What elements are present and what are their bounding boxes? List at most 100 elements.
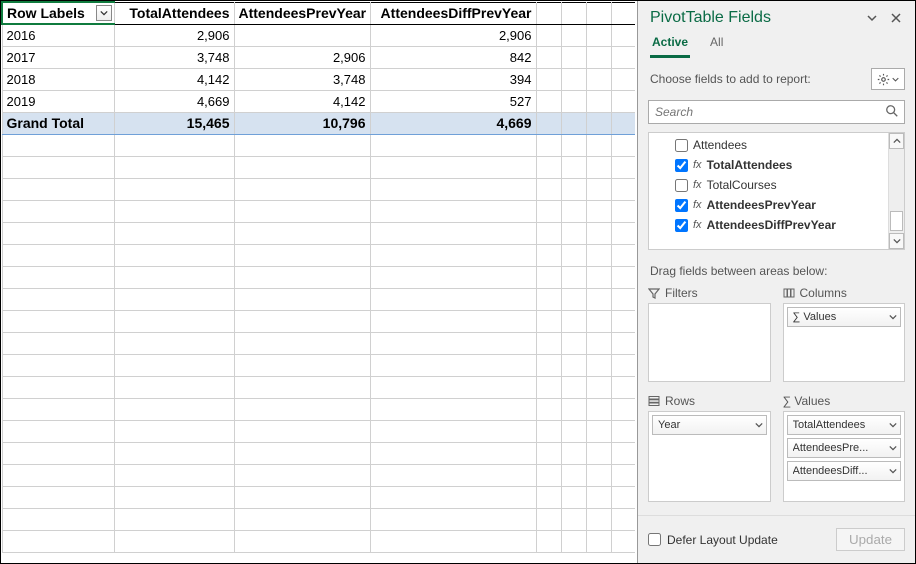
empty-cell[interactable] (536, 24, 561, 46)
row-labels-dropdown[interactable] (96, 5, 112, 21)
empty-cell[interactable] (586, 486, 611, 508)
empty-cell[interactable] (234, 332, 370, 354)
empty-cell[interactable] (370, 288, 536, 310)
empty-cell[interactable] (2, 244, 114, 266)
empty-cell[interactable] (561, 332, 586, 354)
empty-cell[interactable] (370, 134, 536, 156)
cell-total[interactable]: 2,906 (114, 24, 234, 46)
empty-cell[interactable] (611, 2, 635, 24)
area-chip[interactable]: ∑ Values (787, 307, 902, 327)
grand-total-prev[interactable]: 10,796 (234, 112, 370, 134)
empty-cell[interactable] (234, 134, 370, 156)
empty-cell[interactable] (536, 354, 561, 376)
empty-cell[interactable] (561, 178, 586, 200)
empty-cell[interactable] (561, 24, 586, 46)
empty-cell[interactable] (561, 244, 586, 266)
empty-cell[interactable] (114, 464, 234, 486)
empty-cell[interactable] (536, 222, 561, 244)
empty-cell[interactable] (586, 398, 611, 420)
empty-cell[interactable] (561, 398, 586, 420)
empty-cell[interactable] (2, 376, 114, 398)
tab-active[interactable]: Active (650, 31, 690, 58)
scrollbar-thumb[interactable] (890, 211, 903, 231)
empty-cell[interactable] (114, 266, 234, 288)
cell-prev[interactable]: 3,748 (234, 68, 370, 90)
empty-cell[interactable] (586, 200, 611, 222)
empty-cell[interactable] (536, 112, 561, 134)
row-labels-header[interactable]: Row Labels (2, 2, 114, 24)
empty-cell[interactable] (2, 530, 114, 552)
empty-cell[interactable] (536, 134, 561, 156)
empty-cell[interactable] (586, 222, 611, 244)
empty-cell[interactable] (536, 530, 561, 552)
empty-cell[interactable] (536, 46, 561, 68)
row-label[interactable]: 2017 (2, 46, 114, 68)
empty-cell[interactable] (611, 464, 635, 486)
row-label[interactable]: 2019 (2, 90, 114, 112)
cell-total[interactable]: 4,142 (114, 68, 234, 90)
empty-cell[interactable] (586, 24, 611, 46)
area-rows-box[interactable]: Year (648, 411, 771, 502)
update-button[interactable]: Update (836, 528, 905, 551)
empty-cell[interactable] (611, 90, 635, 112)
empty-cell[interactable] (234, 486, 370, 508)
empty-cell[interactable] (611, 266, 635, 288)
cell-diff[interactable]: 394 (370, 68, 536, 90)
area-filters-box[interactable] (648, 303, 771, 382)
empty-cell[interactable] (114, 310, 234, 332)
empty-cell[interactable] (234, 222, 370, 244)
empty-cell[interactable] (586, 112, 611, 134)
field-item[interactable]: fxAttendeesPrevYear (655, 195, 886, 215)
empty-cell[interactable] (370, 398, 536, 420)
empty-cell[interactable] (561, 266, 586, 288)
field-list-scrollbar[interactable] (888, 133, 904, 249)
empty-cell[interactable] (370, 156, 536, 178)
field-checkbox[interactable] (675, 199, 688, 212)
empty-cell[interactable] (536, 68, 561, 90)
empty-cell[interactable] (2, 288, 114, 310)
empty-cell[interactable] (586, 90, 611, 112)
empty-cell[interactable] (536, 442, 561, 464)
empty-cell[interactable] (370, 442, 536, 464)
field-checkbox[interactable] (675, 219, 688, 232)
empty-cell[interactable] (536, 310, 561, 332)
empty-cell[interactable] (611, 222, 635, 244)
empty-cell[interactable] (561, 376, 586, 398)
empty-cell[interactable] (370, 178, 536, 200)
empty-cell[interactable] (2, 222, 114, 244)
empty-cell[interactable] (370, 266, 536, 288)
empty-cell[interactable] (114, 222, 234, 244)
empty-cell[interactable] (2, 508, 114, 530)
empty-cell[interactable] (611, 420, 635, 442)
field-item[interactable]: Attendees (655, 135, 886, 155)
empty-cell[interactable] (561, 134, 586, 156)
pane-close-button[interactable] (887, 9, 905, 27)
empty-cell[interactable] (586, 266, 611, 288)
empty-cell[interactable] (2, 266, 114, 288)
empty-cell[interactable] (586, 244, 611, 266)
empty-cell[interactable] (114, 486, 234, 508)
empty-cell[interactable] (234, 508, 370, 530)
empty-cell[interactable] (586, 376, 611, 398)
empty-cell[interactable] (2, 486, 114, 508)
empty-cell[interactable] (370, 310, 536, 332)
empty-cell[interactable] (536, 486, 561, 508)
empty-cell[interactable] (611, 310, 635, 332)
col-header-diff[interactable]: AttendeesDiffPrevYear (370, 2, 536, 24)
empty-cell[interactable] (611, 288, 635, 310)
cell-prev[interactable] (234, 24, 370, 46)
area-columns-box[interactable]: ∑ Values (783, 303, 906, 382)
empty-cell[interactable] (536, 244, 561, 266)
empty-cell[interactable] (370, 420, 536, 442)
area-values-box[interactable]: TotalAttendeesAttendeesPre...AttendeesDi… (783, 411, 906, 502)
empty-cell[interactable] (234, 442, 370, 464)
empty-cell[interactable] (561, 68, 586, 90)
empty-cell[interactable] (114, 134, 234, 156)
empty-cell[interactable] (2, 134, 114, 156)
empty-cell[interactable] (586, 420, 611, 442)
empty-cell[interactable] (2, 420, 114, 442)
empty-cell[interactable] (536, 508, 561, 530)
empty-cell[interactable] (611, 354, 635, 376)
empty-cell[interactable] (234, 398, 370, 420)
row-label[interactable]: 2018 (2, 68, 114, 90)
